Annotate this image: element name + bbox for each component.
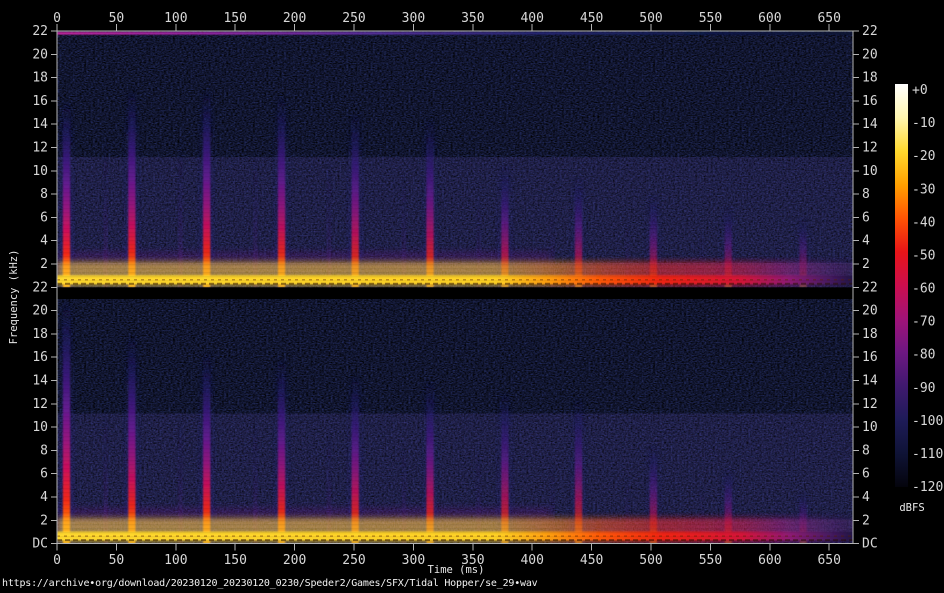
top-axis-tick-label: 50: [109, 11, 125, 26]
left-axis-tick-label: 12: [32, 397, 48, 412]
left-axis-tick-label: 16: [32, 350, 48, 365]
left-axis-tick-label: 20: [32, 304, 48, 319]
y-axis-label: Frequency (kHz): [8, 250, 20, 345]
right-axis-tick-label: 4: [862, 234, 870, 249]
left-axis-tick-label: 22: [32, 280, 48, 295]
right-axis-tick-label: 16: [862, 94, 878, 109]
panel-channel-2-bottom: [57, 287, 853, 543]
bottom-axis-tick-label: 100: [164, 553, 187, 568]
left-axis-tick-label: 10: [32, 420, 48, 435]
top-axis-tick-label: 300: [402, 11, 425, 26]
right-axis-tick-label: DC: [862, 537, 878, 552]
left-axis-tick-label: 4: [40, 234, 48, 249]
right-axis-tick-label: 6: [862, 467, 870, 482]
left-axis-tick-label: 18: [32, 327, 48, 342]
colorbar-tick-label: -110: [912, 447, 943, 462]
left-axis-tick-label: 2: [40, 513, 48, 528]
bottom-axis-tick-label: 550: [699, 553, 722, 568]
panel-channel-1-top: [57, 31, 853, 287]
top-axis-tick-label: 100: [164, 11, 187, 26]
bottom-axis-tick-label: 150: [223, 553, 246, 568]
top-axis-tick-label: 400: [520, 11, 543, 26]
colorbar-tick-label: -40: [912, 215, 935, 230]
spectrogram-canvas: 0050501001001501502002002502503003003503…: [0, 0, 944, 593]
right-axis-tick-label: 18: [862, 327, 878, 342]
bottom-axis-tick-label: 450: [580, 553, 603, 568]
top-axis-tick-label: 350: [461, 11, 484, 26]
top-axis-tick-label: 150: [223, 11, 246, 26]
bottom-axis-tick-label: 250: [342, 553, 365, 568]
colorbar-tick-label: -60: [912, 282, 935, 297]
right-axis-tick-label: 18: [862, 71, 878, 86]
right-axis-tick-label: 4: [862, 490, 870, 505]
left-axis-tick-label: 8: [40, 187, 48, 202]
left-axis-tick-label: 14: [32, 374, 48, 389]
right-axis-tick-label: 14: [862, 374, 878, 389]
right-axis-tick-label: 12: [862, 141, 878, 156]
right-axis-tick-label: 10: [862, 164, 878, 179]
colorbar-tick-label: -100: [912, 414, 943, 429]
left-axis-tick-label: 6: [40, 467, 48, 482]
right-axis-tick-label: 8: [862, 443, 870, 458]
bottom-axis-tick-label: 400: [520, 553, 543, 568]
top-axis-tick-label: 650: [817, 11, 840, 26]
bottom-axis-tick-label: 500: [639, 553, 662, 568]
x-axis-label: Time (ms): [428, 564, 485, 576]
bottom-axis-tick-label: 650: [817, 553, 840, 568]
colorbar-tick-label: -50: [912, 248, 935, 263]
fft-row-texture: [57, 31, 853, 287]
top-axis-tick-label: 450: [580, 11, 603, 26]
fft-row-texture: [57, 287, 853, 543]
right-axis-tick-label: 20: [862, 47, 878, 62]
left-axis-tick-label: 10: [32, 164, 48, 179]
right-axis-tick-label: 2: [862, 513, 870, 528]
colorbar-tick-label: -70: [912, 315, 935, 330]
left-axis-tick-label: 22: [32, 24, 48, 39]
right-axis-tick-label: 12: [862, 397, 878, 412]
colorbar-tick-label: -80: [912, 348, 935, 363]
top-axis-tick-label: 500: [639, 11, 662, 26]
left-axis-tick-label: 16: [32, 94, 48, 109]
right-axis-tick-label: 22: [862, 280, 878, 295]
bottom-axis-tick-label: 0: [53, 553, 61, 568]
right-axis-tick-label: 10: [862, 420, 878, 435]
left-axis-tick-label: 14: [32, 117, 48, 132]
left-axis-tick-label: 4: [40, 490, 48, 505]
bottom-axis-tick-label: 300: [402, 553, 425, 568]
top-axis-tick-label: 550: [699, 11, 722, 26]
bottom-axis-tick-label: 200: [283, 553, 306, 568]
top-axis-tick-label: 0: [53, 11, 61, 26]
colorbar-tick-label: -30: [912, 182, 935, 197]
source-url-caption: https://archive•org/download/20230120_20…: [2, 578, 538, 589]
left-axis-tick-label: 2: [40, 257, 48, 272]
left-axis-tick-label: 18: [32, 71, 48, 86]
colorbar-tick-label: -20: [912, 149, 935, 164]
left-axis-tick-label: 8: [40, 443, 48, 458]
top-axis-tick-label: 600: [758, 11, 781, 26]
nyquist-edge-line: [57, 32, 853, 35]
left-axis-tick-label: 20: [32, 47, 48, 62]
colorbar-gradient-bar: [895, 84, 908, 487]
left-axis-tick-label: DC: [32, 537, 48, 552]
colorbar-tick-label: -120: [912, 480, 943, 495]
left-axis-tick-label: 6: [40, 210, 48, 225]
colorbar-unit-label: dBFS: [899, 502, 924, 514]
right-axis-tick-label: 2: [862, 257, 870, 272]
left-axis-tick-label: 12: [32, 141, 48, 156]
colorbar-tick-label: -90: [912, 381, 935, 396]
right-axis-tick-label: 6: [862, 210, 870, 225]
right-axis-tick-label: 22: [862, 24, 878, 39]
top-axis-tick-label: 250: [342, 11, 365, 26]
top-axis-tick-label: 200: [283, 11, 306, 26]
right-axis-tick-label: 20: [862, 304, 878, 319]
colorbar-tick-label: +0: [912, 83, 928, 98]
bottom-axis-tick-label: 50: [109, 553, 125, 568]
spectrogram-figure: 0050501001001501502002002502503003003503…: [0, 0, 944, 593]
right-axis-tick-label: 16: [862, 350, 878, 365]
bottom-axis-tick-label: 600: [758, 553, 781, 568]
right-axis-tick-label: 14: [862, 117, 878, 132]
colorbar-tick-label: -10: [912, 116, 935, 131]
right-axis-tick-label: 8: [862, 187, 870, 202]
